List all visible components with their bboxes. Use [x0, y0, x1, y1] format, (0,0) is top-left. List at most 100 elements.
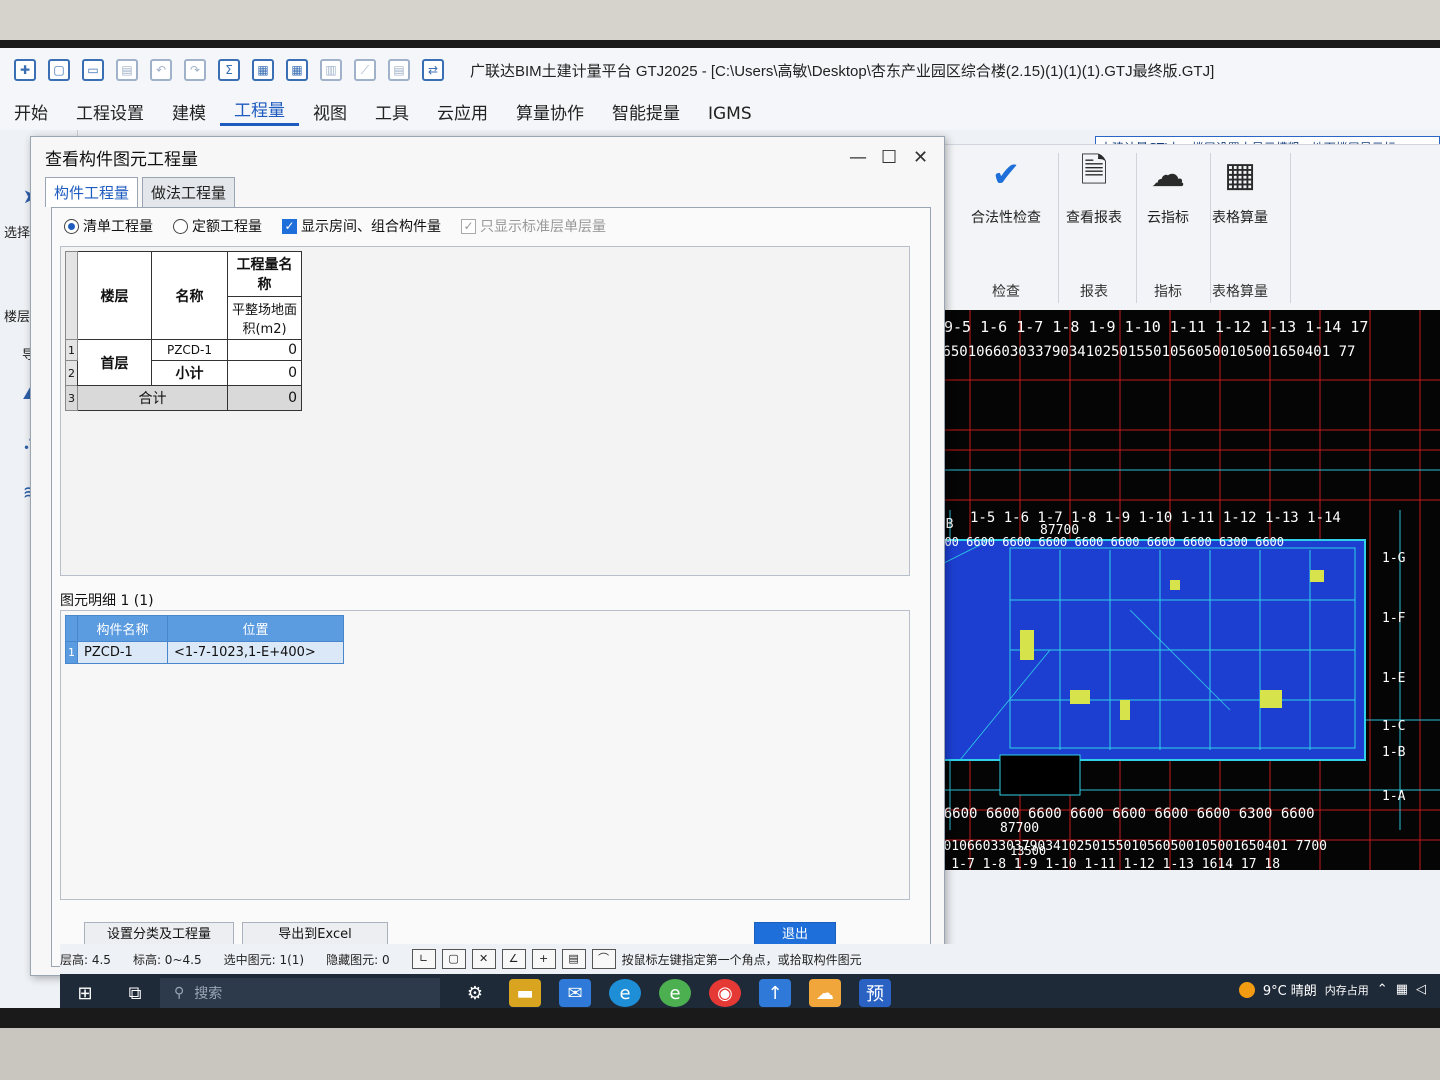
- sum-icon[interactable]: Σ: [218, 59, 240, 81]
- edit-icon[interactable]: ⟋: [354, 59, 376, 81]
- checkbox[interactable]: ✓: [282, 218, 297, 234]
- edge-icon[interactable]: e: [609, 979, 641, 1007]
- settings-icon[interactable]: ⚙: [459, 979, 491, 1007]
- menu-tools[interactable]: 工具: [361, 99, 423, 126]
- table-calc-button[interactable]: ▦ 表格算量: [1200, 153, 1280, 227]
- menu-igms[interactable]: IGMS: [694, 104, 766, 126]
- cad-canvas[interactable]: 9-5 1-6 1-7 1-8 1-9 1-10 1-11 1-12 1-13 …: [930, 310, 1440, 870]
- chevron-up-icon[interactable]: ⌃: [1377, 982, 1388, 997]
- status-selected: 选中图元: 1(1): [223, 952, 305, 967]
- browser-icon[interactable]: e: [659, 979, 691, 1007]
- menu-quantities[interactable]: 工程量: [220, 96, 299, 126]
- cloud-index-button[interactable]: ☁ 云指标: [1128, 153, 1208, 227]
- taskbar-search[interactable]: ⚲ 搜索: [160, 978, 440, 1008]
- arc-icon[interactable]: ⌒: [591, 949, 616, 969]
- cad-total-dim: 87700: [1040, 523, 1079, 538]
- dialog-tabs: 构件工程量 做法工程量: [45, 177, 236, 207]
- menu-start[interactable]: 开始: [0, 99, 62, 126]
- group-table-label: 表格算量: [1212, 284, 1268, 300]
- menu-modeling[interactable]: 建模: [158, 99, 220, 126]
- monitor-bezel: [0, 1028, 1440, 1080]
- glodon-app-icon[interactable]: ↑: [759, 979, 791, 1007]
- view-report-button[interactable]: 🗎 查看报表: [1054, 151, 1134, 227]
- angle-icon[interactable]: ∠: [501, 949, 526, 969]
- menu-smart-extract[interactable]: 智能提量: [598, 99, 694, 126]
- cad-axis-f: 1-F: [1382, 611, 1406, 626]
- radio-button[interactable]: [64, 218, 79, 234]
- cad-bottom-axes: 9-5 1-7 1-8 1-9 1-10 1-11 1-12 1-13 1614…: [930, 857, 1280, 870]
- floor-label[interactable]: 楼层: [4, 306, 30, 325]
- layer-icon[interactable]: ▤: [561, 949, 586, 969]
- mail-icon[interactable]: ✉: [559, 979, 591, 1007]
- select-label[interactable]: 选择: [4, 222, 30, 241]
- volume-icon[interactable]: ◁: [1416, 982, 1426, 997]
- file-explorer-icon[interactable]: ▬: [509, 979, 541, 1007]
- new-document-icon[interactable]: ▢: [48, 59, 70, 81]
- cad-top-dims: 5650106603033790341025015501056050010500…: [934, 344, 1355, 360]
- search-icon: ⚲: [174, 985, 185, 1001]
- monitor-frame: ✚ ▢ ▭ ▤ ↶ ↷ Σ ▦ ▦ ▥ ⟋ ▤ ⇄ 广联达BIM土建计量平台 G…: [0, 40, 1440, 1030]
- detail-label: 图元明细 1 (1): [60, 593, 154, 609]
- col-floor: 楼层: [77, 251, 152, 340]
- cad-drawing: 9-5 1-6 1-7 1-8 1-9 1-10 1-11 1-12 1-13 …: [930, 310, 1440, 870]
- windows-start-icon[interactable]: ⊞: [69, 979, 101, 1007]
- layer-compare-icon[interactable]: ▦: [252, 59, 274, 81]
- save-icon[interactable]: ▤: [116, 59, 138, 81]
- grid-icon[interactable]: ▦: [286, 59, 308, 81]
- new-file-icon[interactable]: ✚: [14, 59, 36, 81]
- cad-bottom-dims-1: 600 6600 6600 6600 6600 6600 6600 6600 6…: [930, 806, 1315, 822]
- cad-axis-g: 1-G: [1382, 551, 1406, 566]
- offset-icon[interactable]: +: [531, 949, 556, 969]
- task-view-icon[interactable]: ⧉: [119, 979, 151, 1007]
- radio-button[interactable]: [173, 218, 188, 234]
- chrome-icon[interactable]: ◉: [709, 979, 741, 1007]
- snap-rect-icon[interactable]: ▢: [441, 949, 466, 969]
- table-row[interactable]: 1 首层 PZCD-1 0: [65, 339, 302, 386]
- cross-icon[interactable]: ✕: [471, 949, 496, 969]
- group-check-label: 检查: [992, 284, 1020, 300]
- ribbon-menu: 开始 工程设置 建模 工程量 视图 工具 云应用 算量协作 智能提量 IGMS: [0, 92, 1440, 130]
- close-icon[interactable]: ✕: [913, 147, 928, 168]
- cad-icon[interactable]: ▥: [320, 59, 342, 81]
- cad-axis-a: 1-A: [1382, 789, 1406, 804]
- tab-method-quantity[interactable]: 做法工程量: [142, 177, 236, 207]
- menu-view[interactable]: 视图: [299, 99, 361, 126]
- row-header-corner: [65, 251, 78, 340]
- radio-quota-quantity[interactable]: 定额工程量: [173, 216, 262, 236]
- status-hidden: 隐藏图元: 0: [326, 952, 390, 967]
- checkbox-show-rooms[interactable]: ✓ 显示房间、组合构件量: [282, 216, 441, 236]
- maximize-icon[interactable]: ☐: [881, 147, 897, 168]
- check-icon: ✔: [991, 155, 1021, 195]
- validity-check-button[interactable]: ✔ 合法性检查: [966, 153, 1046, 227]
- cell-subtotal: 小计: [151, 360, 228, 386]
- group-report-label: 报表: [1080, 284, 1108, 300]
- menu-collaboration[interactable]: 算量协作: [502, 99, 598, 126]
- sync-icon[interactable]: ⇄: [422, 59, 444, 81]
- menu-project-settings[interactable]: 工程设置: [62, 99, 158, 126]
- radio-bill-quantity[interactable]: 清单工程量: [64, 216, 153, 236]
- network-icon[interactable]: ▦: [1396, 982, 1408, 997]
- detail-corner: [65, 615, 78, 642]
- cad-mid-dims: 6600 6600 6600 6600 6600 6600 6600 6600 …: [930, 535, 1284, 549]
- undo-icon[interactable]: ↶: [150, 59, 172, 81]
- minimize-icon[interactable]: —: [849, 147, 867, 168]
- preview-app-icon[interactable]: 预: [859, 979, 891, 1007]
- cell-value: 0: [227, 339, 302, 361]
- cell-floor: 首层: [77, 339, 152, 386]
- cell-name: PZCD-1: [151, 339, 228, 361]
- table-row[interactable]: 3 合计 0: [65, 385, 302, 411]
- ortho-icon[interactable]: ∟: [411, 949, 436, 969]
- weather-text[interactable]: 9°C 晴朗: [1263, 980, 1317, 999]
- open-folder-icon[interactable]: ▭: [82, 59, 104, 81]
- cad-bottom-dims-2: 5650106603303790341025015501056050010500…: [930, 839, 1327, 854]
- tab-component-quantity[interactable]: 构件工程量: [45, 177, 139, 207]
- tab-content: 清单工程量 定额工程量 ✓ 显示房间、组合构件量 ✓ 只显示标准层单层量 楼层 …: [51, 207, 931, 967]
- menu-cloud[interactable]: 云应用: [423, 99, 502, 126]
- search-placeholder: 搜索: [194, 986, 223, 1002]
- table-row[interactable]: 1 PZCD-1 <1-7-1023,1-E+400>: [65, 641, 344, 664]
- cell-value: 0: [227, 360, 302, 386]
- cloud-app-icon[interactable]: ☁: [809, 979, 841, 1007]
- redo-icon[interactable]: ↷: [184, 59, 206, 81]
- component-quantity-dialog: 查看构件图元工程量 — ☐ ✕ 构件工程量 做法工程量 清单工程量 定额工程量: [30, 136, 945, 976]
- table-icon[interactable]: ▤: [388, 59, 410, 81]
